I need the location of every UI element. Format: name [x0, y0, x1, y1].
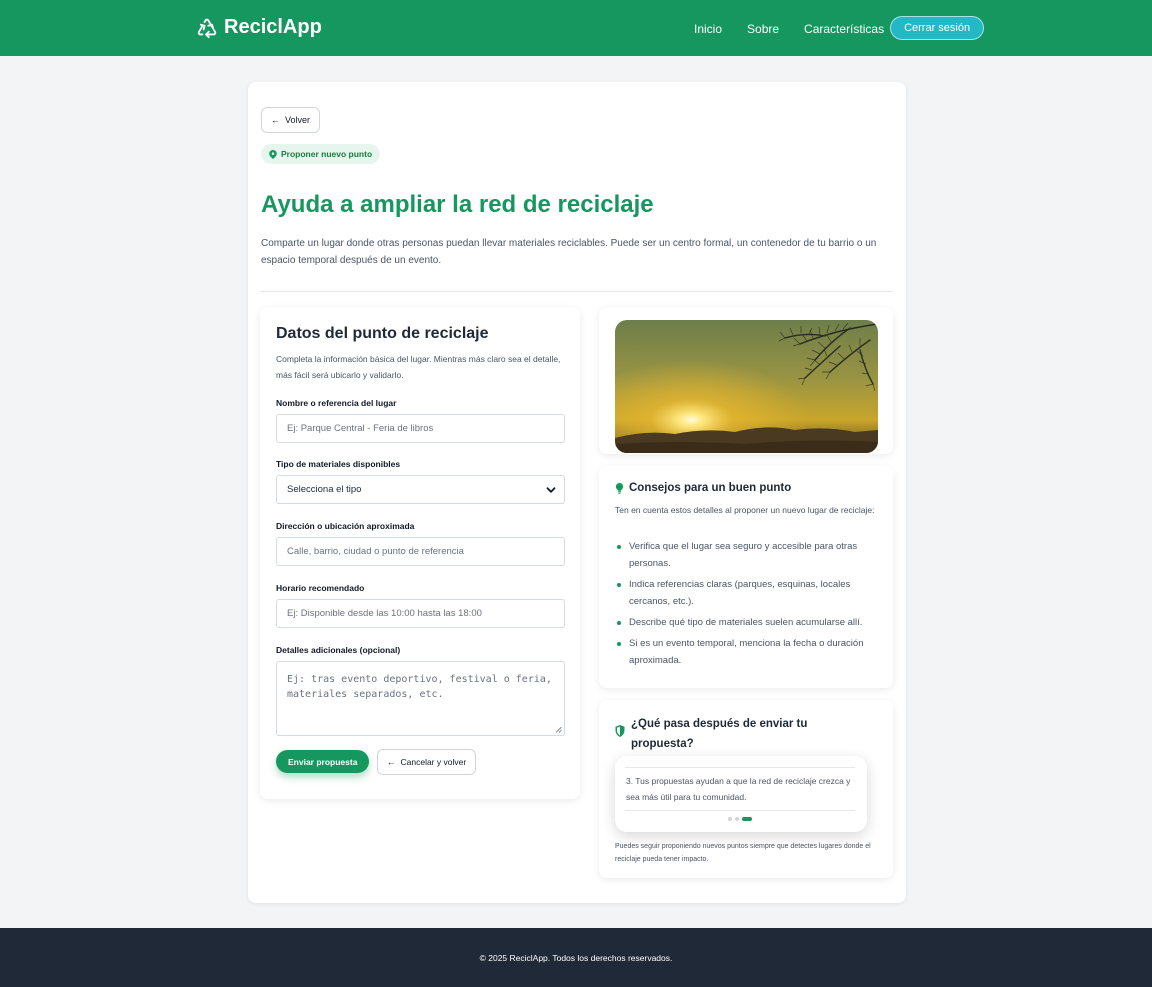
main-card: ← Volver Proponer nuevo punto Ayuda a am…: [248, 82, 906, 903]
chevron-down-icon: [546, 486, 556, 493]
tips-card: Consejos para un buen punto Ten en cuent…: [599, 466, 893, 688]
bullet-icon: [617, 621, 621, 625]
back-button-label: Volver: [285, 115, 311, 125]
map-pin-icon: [269, 149, 277, 159]
recycle-icon: [197, 18, 217, 38]
carousel-dot[interactable]: [728, 817, 732, 821]
details-textarea[interactable]: Ej: tras evento deportivo, festival o fe…: [276, 661, 565, 736]
lightbulb-icon: [615, 482, 624, 494]
cancel-button[interactable]: ← Cancelar y volver: [377, 749, 477, 775]
footer-copyright: © 2025 ReciclApp. Todos los derechos res…: [479, 952, 673, 963]
list-item: Indica referencias claras (parques, esqu…: [615, 576, 883, 610]
page-description: Comparte un lugar donde otras personas p…: [261, 238, 877, 266]
address-input[interactable]: Calle, barrio, ciudad o punto de referen…: [276, 537, 565, 566]
material-type-select[interactable]: Selecciona el tipo: [276, 475, 565, 504]
next-steps-note: Puedes seguir proponiendo nuevos puntos …: [615, 843, 871, 863]
arrow-left-icon: ←: [387, 757, 396, 767]
address-field-label: Dirección o ubicación aproximada: [276, 521, 415, 531]
section-divider: [260, 291, 893, 292]
carousel-dot-active[interactable]: [742, 817, 752, 821]
form-intro: Completa la información básica del lugar…: [276, 354, 561, 380]
tips-title-text: Consejos para un buen punto: [629, 482, 792, 494]
tips-intro: Ten en cuenta estos detalles al proponer…: [615, 505, 875, 515]
nav-link-inicio[interactable]: Inicio: [694, 22, 722, 36]
main-nav: Inicio Sobre Características Cerrar sesi…: [694, 16, 985, 41]
carousel-slide-text: 3. Tus propuestas ayudan a que la red de…: [626, 776, 851, 802]
page-title: Ayuda a ampliar la red de reciclaje: [261, 191, 654, 218]
recycling-point-form: Datos del punto de reciclaje Completa la…: [260, 307, 580, 799]
list-item: Si es un evento temporal, menciona la fe…: [615, 635, 883, 669]
name-field-label: Nombre o referencia del lugar: [276, 398, 397, 408]
form-title: Datos del punto de reciclaje: [276, 325, 489, 342]
resize-handle-icon[interactable]: [555, 726, 562, 733]
bullet-icon: [617, 545, 621, 549]
bullet-icon: [617, 642, 621, 646]
nav-link-caracteristicas[interactable]: Características: [804, 22, 884, 36]
arrow-left-icon: ←: [271, 115, 280, 125]
list-item: Describe qué tipo de materiales suelen a…: [615, 614, 883, 631]
info-carousel[interactable]: 3. Tus propuestas ayudan a que la red de…: [615, 756, 867, 832]
submit-proposal-button[interactable]: Enviar propuesta: [276, 750, 370, 773]
tips-title: Consejos para un buen punto: [615, 482, 791, 494]
cancel-button-label: Cancelar y volver: [400, 757, 467, 767]
footer: © 2025 ReciclApp. Todos los derechos res…: [0, 928, 1152, 987]
tip-text: Indica referencias claras (parques, esqu…: [629, 579, 851, 607]
photo-card: [599, 307, 893, 454]
badge-label: Proponer nuevo punto: [281, 149, 373, 159]
carousel-dots: [728, 817, 752, 821]
nav-link-sobre[interactable]: Sobre: [747, 22, 779, 36]
next-steps-title: ¿Qué pasa después de enviar tu propuesta…: [631, 718, 808, 750]
back-button[interactable]: ← Volver: [261, 107, 321, 133]
logout-button[interactable]: Cerrar sesión: [890, 16, 985, 40]
tip-text: Describe qué tipo de materiales suelen a…: [629, 617, 863, 628]
brand-name: ReciclApp: [224, 16, 322, 38]
sunset-photo: [615, 320, 878, 453]
shield-icon: [615, 725, 625, 737]
details-field-label: Detalles adicionales (opcional): [276, 645, 401, 655]
type-field-label: Tipo de materiales disponibles: [276, 459, 401, 469]
schedule-input[interactable]: Ej: Disponible desde las 10:00 hasta las…: [276, 599, 565, 628]
top-navbar: ReciclApp Inicio Sobre Características C…: [0, 0, 1152, 56]
tip-text: Si es un evento temporal, menciona la fe…: [629, 638, 864, 666]
material-type-value: Selecciona el tipo: [287, 484, 362, 495]
slide-divider: [625, 810, 855, 811]
propose-badge: Proponer nuevo punto: [261, 144, 381, 164]
tip-text: Verifica que el lugar sea seguro y acces…: [629, 541, 858, 569]
schedule-field-label: Horario recomendado: [276, 583, 365, 593]
bullet-icon: [617, 583, 621, 587]
brand-logo[interactable]: ReciclApp: [196, 16, 322, 39]
next-steps-card: ¿Qué pasa después de enviar tu propuesta…: [599, 700, 893, 878]
name-input[interactable]: Ej: Parque Central - Feria de libros: [276, 414, 565, 443]
list-item: Verifica que el lugar sea seguro y acces…: [615, 538, 883, 572]
slide-divider: [625, 767, 855, 768]
details-placeholder: Ej: tras evento deportivo, festival o fe…: [287, 674, 552, 700]
tips-list: Verifica que el lugar sea seguro y acces…: [615, 538, 883, 673]
carousel-dot[interactable]: [735, 817, 739, 821]
